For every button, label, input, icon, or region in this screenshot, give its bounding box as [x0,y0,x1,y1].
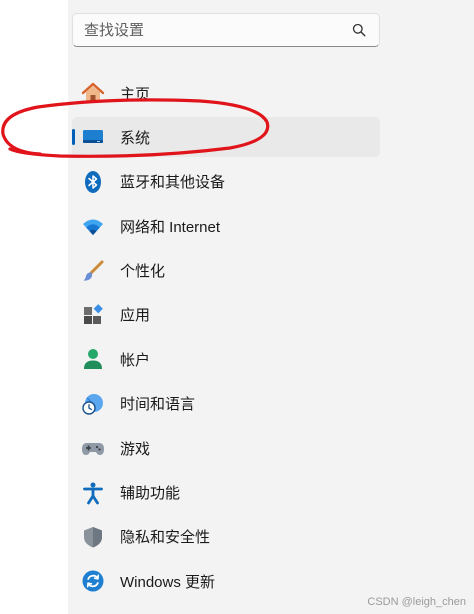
sidebar-nav: 主页 系统 蓝牙和其他设备 网络和 Internet 个性化 应用 帐户 时间和… [72,73,380,606]
person-icon [81,347,105,371]
sidebar-item-accessibility[interactable]: 辅助功能 [72,473,380,513]
sidebar-item-label: 游戏 [120,440,151,458]
sidebar-item-apps[interactable]: 应用 [72,295,380,335]
sidebar-item-label: 蓝牙和其他设备 [120,174,226,192]
bluetooth-icon [81,170,105,194]
sidebar-item-label: 时间和语言 [120,396,196,414]
watermark: CSDN @leigh_chen [367,596,466,608]
sidebar-item-home[interactable]: 主页 [72,73,380,113]
home-icon [81,81,105,105]
active-indicator [72,129,75,146]
sidebar-item-label: 网络和 Internet [120,218,221,236]
sidebar-item-label: 帐户 [120,351,151,369]
sidebar-item-system[interactable]: 系统 [72,117,380,158]
sidebar-item-label: 系统 [120,129,151,147]
sidebar-item-gaming[interactable]: 游戏 [72,428,380,468]
refresh-icon [81,569,105,593]
sidebar-item-label: 隐私和安全性 [120,529,211,547]
sidebar-item-network[interactable]: 网络和 Internet [72,206,380,246]
accessibility-icon [81,481,105,505]
search-box[interactable] [72,13,380,47]
sidebar-item-label: 应用 [120,307,151,325]
search-icon[interactable] [351,22,367,38]
sidebar-item-privacy[interactable]: 隐私和安全性 [72,517,380,557]
sidebar-item-time-language[interactable]: 时间和语言 [72,384,380,424]
globe-clock-icon [81,392,105,416]
sidebar-item-personalization[interactable]: 个性化 [72,251,380,291]
gamepad-icon [81,436,105,460]
wifi-icon [81,214,105,238]
sidebar-item-label: 个性化 [120,263,166,281]
sidebar-item-label: 辅助功能 [120,485,181,503]
sidebar-item-bluetooth[interactable]: 蓝牙和其他设备 [72,162,380,202]
sidebar-item-accounts[interactable]: 帐户 [72,339,380,379]
search-input[interactable] [73,13,351,47]
apps-icon [81,303,105,327]
shield-icon [81,525,105,549]
sidebar-item-label: 主页 [120,85,151,103]
paintbrush-icon [81,259,105,283]
sidebar-item-label: Windows 更新 [120,573,216,591]
system-display-icon [81,125,105,149]
sidebar-item-windows-update[interactable]: Windows 更新 [72,561,380,601]
